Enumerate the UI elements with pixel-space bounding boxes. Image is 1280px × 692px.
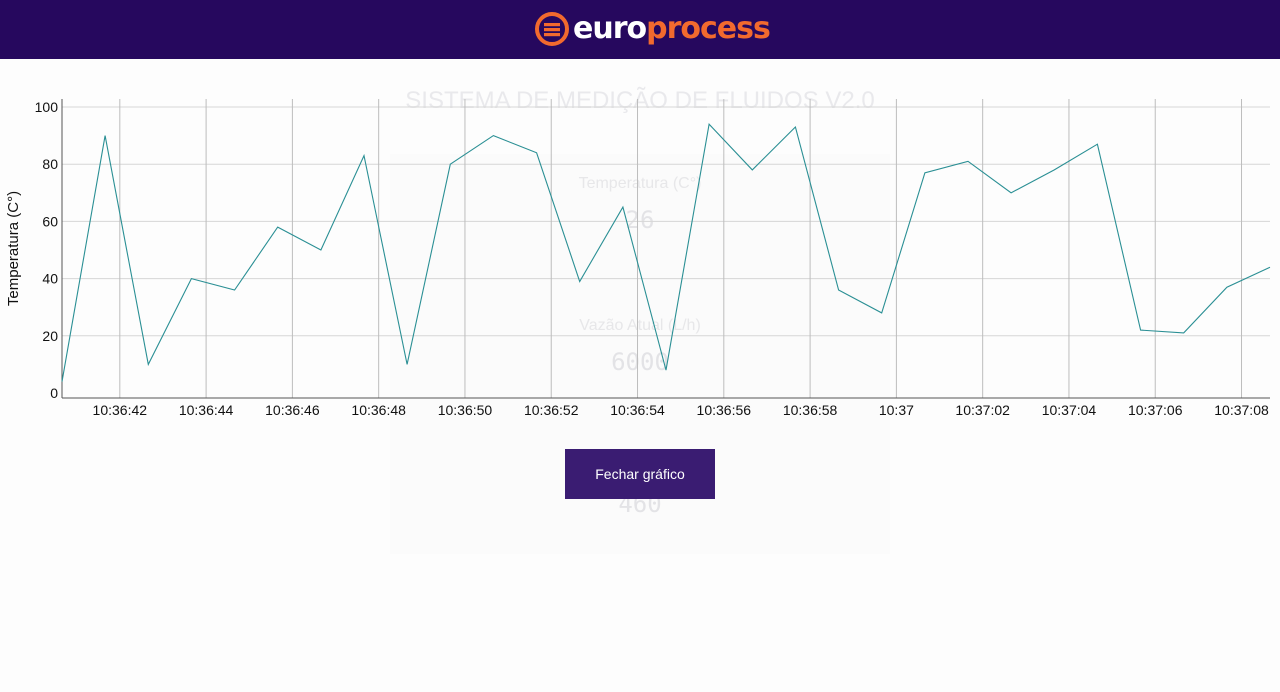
x-tick-label: 10:36:56: [697, 402, 752, 418]
y-tick-label: 80: [42, 156, 58, 172]
x-tick-label: 10:36:44: [179, 402, 234, 418]
chart-svg: 0 20 40 60 80 100 10:36:42 10:36:44 10:36:46 10:3…: [5, 99, 1271, 418]
x-tick-label: 10:36:54: [610, 402, 665, 418]
x-tick-label: 10:37:06: [1128, 402, 1183, 418]
x-tick-label: 10:36:48: [351, 402, 406, 418]
x-tick-label: 10:36:58: [783, 402, 838, 418]
x-tick-label: 10:36:52: [524, 402, 579, 418]
logo-mark-icon: [535, 12, 569, 46]
series-line: [61, 123, 1271, 382]
x-tick-label: 10:37:04: [1042, 402, 1097, 418]
x-tick-label: 10:37:02: [955, 402, 1010, 418]
y-tick-label: 40: [42, 271, 58, 287]
x-tick-label: 10:36:46: [265, 402, 320, 418]
top-bar: europrocess: [0, 0, 1280, 59]
europrocess-logo: europrocess: [535, 10, 771, 48]
y-axis-title: Temperatura (C°): [5, 191, 22, 306]
close-chart-button[interactable]: Fechar gráfico: [565, 449, 715, 499]
logo-text-euro: euro: [573, 11, 647, 46]
y-tick-label: 60: [42, 213, 58, 229]
x-tick-label: 10:36:42: [93, 402, 148, 418]
x-tick-label: 10:37:08: [1214, 402, 1269, 418]
logo-text: europrocess: [573, 10, 771, 48]
y-tick-label: 20: [42, 328, 58, 344]
temperature-chart: 0 20 40 60 80 100 10:36:42 10:36:44 10:36:46 10:3…: [0, 90, 1280, 420]
y-tick-label: 100: [35, 99, 59, 115]
x-tick-label: 10:36:50: [438, 402, 493, 418]
logo-text-process: process: [646, 11, 771, 46]
x-tick-label: 10:37: [879, 402, 914, 418]
y-tick-label: 0: [50, 385, 58, 401]
